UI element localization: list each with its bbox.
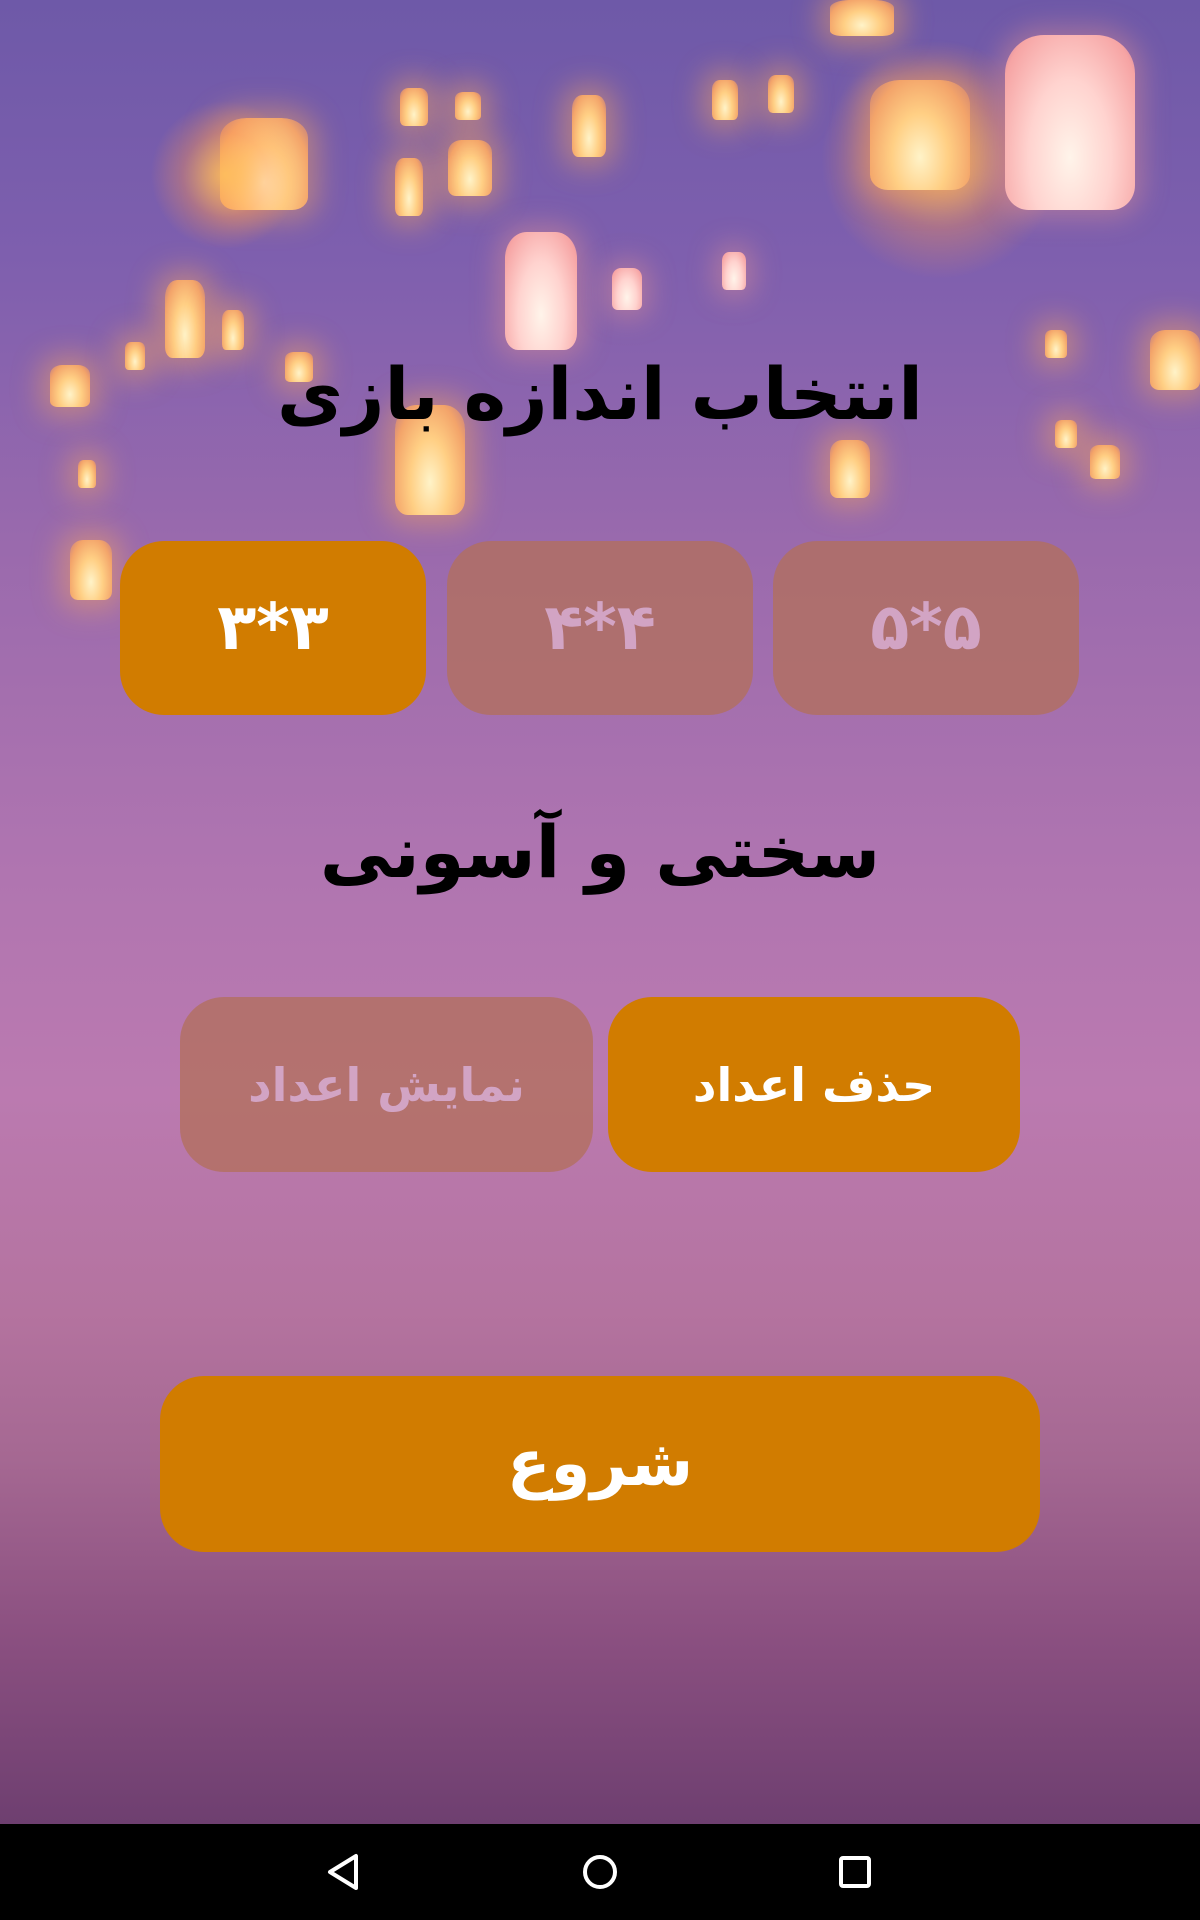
lantern [830, 440, 870, 498]
system-navigation-bar [0, 1824, 1200, 1920]
size-option-3x3-button[interactable]: ۳*۳ [120, 541, 426, 715]
lantern [448, 140, 492, 196]
lantern-glow [150, 100, 300, 250]
lantern [78, 460, 96, 488]
lantern [1005, 35, 1135, 210]
start-button[interactable]: شروع [160, 1376, 1040, 1552]
lantern [505, 232, 577, 350]
difficulty-title: سختی و آسونی [319, 810, 881, 894]
lantern [455, 92, 481, 120]
size-option-5x5-button[interactable]: ۵*۵ [773, 541, 1079, 715]
lantern [768, 75, 794, 113]
lantern [400, 88, 428, 126]
game-settings-screen: انتخاب اندازه بازی ۵*۵ ۴*۴ ۳*۳ سختی و آس… [0, 0, 1200, 1920]
lantern [222, 310, 244, 350]
lantern [165, 280, 205, 358]
recents-square-icon[interactable] [795, 1824, 915, 1920]
home-circle-icon[interactable] [540, 1824, 660, 1920]
back-triangle-icon[interactable] [284, 1824, 404, 1920]
lantern [395, 158, 423, 216]
game-size-title: انتخاب اندازه بازی [277, 352, 923, 436]
lantern [70, 540, 112, 600]
size-option-4x4-button[interactable]: ۴*۴ [447, 541, 753, 715]
hide-numbers-button[interactable]: حذف اعداد [608, 997, 1020, 1172]
lantern [572, 95, 606, 157]
lantern [1090, 445, 1120, 479]
lantern [712, 80, 738, 120]
show-numbers-button[interactable]: نمایش اعداد [180, 997, 593, 1172]
lantern [870, 80, 970, 190]
lantern [722, 252, 746, 290]
lantern [830, 0, 894, 36]
lantern [612, 268, 642, 310]
